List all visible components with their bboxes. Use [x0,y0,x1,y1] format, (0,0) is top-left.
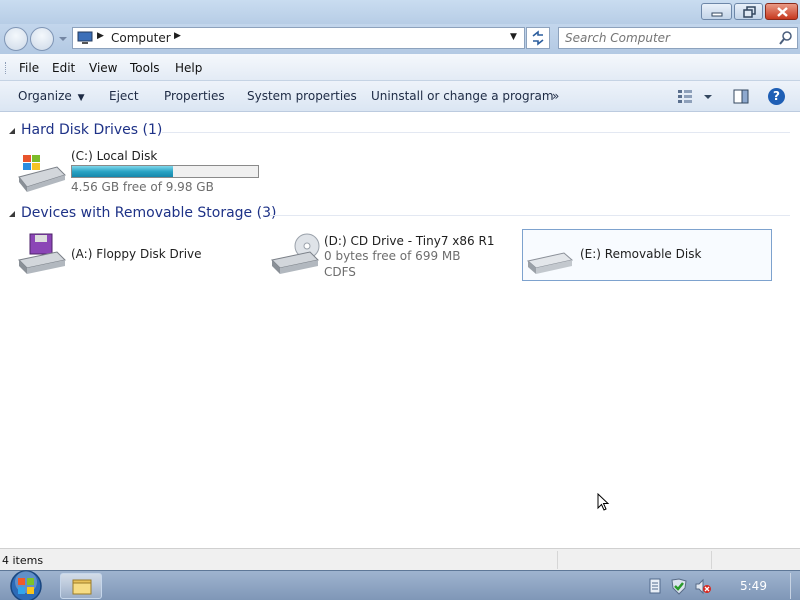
change-view-button[interactable] [677,89,713,108]
collapse-arrow-icon[interactable] [8,210,16,218]
help-button[interactable]: ? [768,88,785,105]
status-divider [557,551,558,569]
help-icon: ? [773,89,780,103]
hard-disk-icon [18,155,66,192]
recent-pages-dropdown-icon[interactable] [58,34,68,44]
group-hard-disk-drives[interactable]: Hard Disk Drives (1) [0,122,800,142]
menu-bar: File Edit View Tools Help [0,54,800,81]
floppy-drive-icon [17,233,67,274]
show-desktop-button[interactable] [790,573,800,599]
drive-c-local-disk[interactable]: (C:) Local Disk 4.56 GB free of 9.98 GB [17,147,267,199]
close-button[interactable] [765,3,798,20]
taskbar: 5:49 [0,570,800,600]
minimize-button[interactable] [701,3,732,20]
status-divider [711,551,712,569]
drive-d-cd[interactable]: (D:) CD Drive - Tiny7 x86 R1 0 bytes fre… [270,232,510,284]
disk-usage-fill [72,166,173,177]
drive-e-removable[interactable]: (E:) Removable Disk [522,229,772,281]
content-area: Hard Disk Drives (1) (C:) Local Disk 4.5… [0,112,800,548]
collapse-arrow-icon[interactable] [8,127,16,135]
address-bar[interactable]: ▶ Computer ▶ ▼ [72,27,525,49]
start-button[interactable] [6,569,46,600]
more-commands-button[interactable]: » [552,89,559,103]
action-center-icon[interactable] [670,578,688,595]
forward-button[interactable] [30,27,54,51]
drive-free-space: 4.56 GB free of 9.98 GB [71,180,214,194]
drive-filesystem: CDFS [324,265,356,279]
group-title: Devices with Removable Storage (3) [21,205,277,221]
volume-muted-icon[interactable] [694,578,712,595]
preview-pane-button[interactable] [733,89,749,107]
refresh-icon [532,30,544,46]
item-count: 4 items [2,554,44,567]
restore-icon [743,6,756,18]
menu-help[interactable]: Help [175,61,202,75]
preview-pane-icon [733,89,749,104]
group-title: Hard Disk Drives (1) [21,122,163,138]
cd-drive-icon [270,233,320,274]
uninstall-program-button[interactable]: Uninstall or change a program [371,89,554,103]
breadcrumb-arrow-icon[interactable]: ▶ [174,31,181,41]
document-tray-icon[interactable] [648,578,662,594]
close-icon [777,7,788,17]
restore-button[interactable] [734,3,763,20]
drive-name: (D:) CD Drive - Tiny7 x86 R1 [324,234,495,248]
windows-logo-icon [10,570,42,600]
refresh-button[interactable] [526,27,550,49]
clock[interactable]: 5:49 [740,579,767,593]
status-bar: 4 items [0,548,800,570]
breadcrumb-arrow-icon[interactable]: ▶ [97,31,104,41]
drive-free-space: 0 bytes free of 699 MB [324,249,461,263]
title-bar [0,0,800,24]
computer-icon [77,31,93,44]
disk-usage-bar [71,165,259,178]
drive-a-floppy[interactable]: (A:) Floppy Disk Drive [17,232,247,284]
back-button[interactable] [4,27,28,51]
breadcrumb-computer[interactable]: Computer [111,31,171,45]
folder-icon [72,579,92,595]
system-tray: 5:49 [640,571,800,600]
eject-button[interactable]: Eject [109,89,139,103]
menu-edit[interactable]: Edit [52,61,75,75]
drive-name: (A:) Floppy Disk Drive [71,247,202,261]
taskbar-explorer-button[interactable] [60,573,102,599]
removable-disk-icon [526,252,574,274]
drive-name: (C:) Local Disk [71,149,158,163]
properties-button[interactable]: Properties [164,89,225,103]
view-options-icon [678,90,712,103]
organize-button[interactable]: Organize ▼ [18,89,85,103]
search-icon[interactable] [779,31,793,45]
group-removable-storage[interactable]: Devices with Removable Storage (3) [0,205,800,225]
group-divider [162,132,790,133]
group-divider [270,215,790,216]
drive-name: (E:) Removable Disk [580,247,702,261]
system-properties-button[interactable]: System properties [247,89,357,103]
minimize-icon [711,12,723,17]
menu-view[interactable]: View [89,61,117,75]
address-dropdown-icon[interactable]: ▼ [510,32,517,42]
command-bar: Organize ▼ Eject Properties System prope… [0,81,800,112]
chevron-down-icon: ▼ [77,93,85,103]
menu-tools[interactable]: Tools [130,61,160,75]
menu-grip [5,62,8,74]
mouse-cursor-icon [597,493,610,511]
search-box[interactable] [558,27,798,49]
navigation-bar: ▶ Computer ▶ ▼ [0,24,800,54]
organize-label: Organize [18,89,72,103]
search-input[interactable] [565,30,765,46]
menu-file[interactable]: File [19,61,39,75]
